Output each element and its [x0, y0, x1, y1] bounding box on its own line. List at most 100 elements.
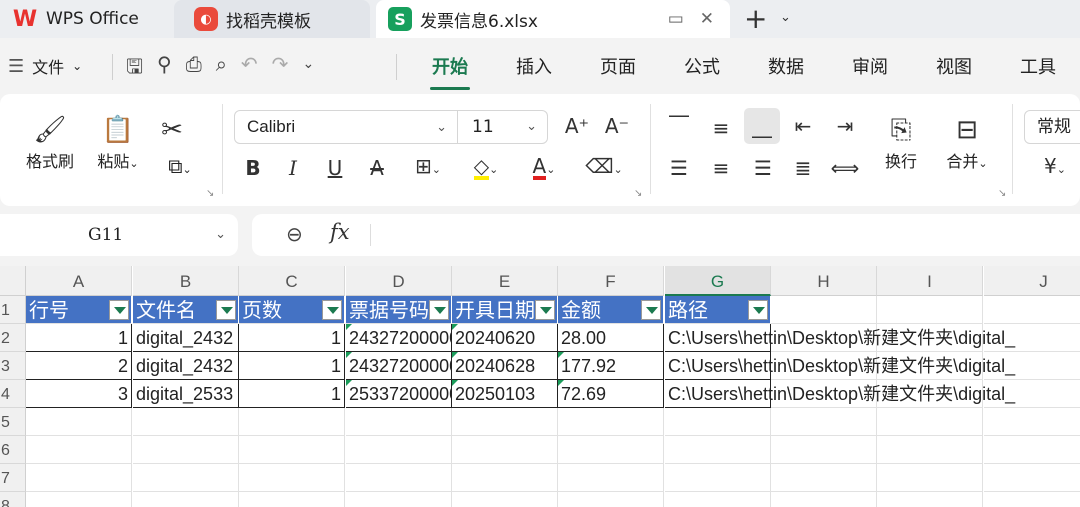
undo-icon[interactable]: ↶	[241, 52, 258, 86]
window-mode-icon[interactable]: ▭	[668, 9, 684, 29]
empty-cell[interactable]	[665, 492, 771, 507]
paste-button[interactable]: 📋 粘贴⌄	[90, 112, 146, 172]
save-icon[interactable]: 🖫	[126, 52, 143, 86]
spreadsheet-grid[interactable]: A B C D E F G H I J 1 2 3 4 5 6 7 8 行号 文件名 页数 票据号码 开具日期 金额 路径 1 di…	[0, 266, 1080, 507]
empty-cell[interactable]	[133, 492, 239, 507]
empty-cell[interactable]	[877, 492, 983, 507]
empty-cell[interactable]	[877, 436, 983, 464]
empty-cell[interactable]	[452, 436, 558, 464]
empty-cell[interactable]	[26, 436, 132, 464]
row-header-4[interactable]: 4	[0, 380, 26, 408]
close-tab-icon[interactable]: ✕	[700, 9, 714, 29]
column-header-d[interactable]: D	[346, 266, 452, 296]
bold-button[interactable]: B	[238, 156, 268, 180]
underline-button[interactable]: U	[320, 156, 350, 180]
tab-page[interactable]: 页面	[576, 38, 660, 94]
clear-format-icon[interactable]: ⌫⌄	[582, 154, 626, 178]
data-cell[interactable]: 20240628	[452, 352, 558, 380]
column-header-c[interactable]: C	[239, 266, 345, 296]
decrease-indent-icon[interactable]: ⇤	[788, 114, 818, 138]
italic-button[interactable]: I	[278, 156, 308, 180]
empty-cell[interactable]	[771, 408, 877, 436]
data-cell[interactable]: digital_2432	[133, 324, 239, 352]
row-header-3[interactable]: 3	[0, 352, 26, 380]
empty-cell[interactable]	[239, 492, 345, 507]
empty-cell[interactable]	[26, 492, 132, 507]
format-painter-button[interactable]: 🖌 格式刷	[18, 112, 82, 172]
share-icon[interactable]: ⚲	[157, 52, 172, 86]
data-cell[interactable]: C:\Users\hettin\Desktop\新建文件夹\digital_	[665, 380, 1015, 408]
row-header-6[interactable]: 6	[0, 436, 26, 464]
empty-cell[interactable]	[133, 408, 239, 436]
row-header-7[interactable]: 7	[0, 464, 26, 492]
align-center-icon[interactable]: ≡	[706, 156, 736, 180]
data-cell[interactable]: 28.00	[558, 324, 664, 352]
fill-color-icon[interactable]: ◇⌄	[464, 154, 508, 180]
empty-cell[interactable]	[984, 408, 1080, 436]
filter-dropdown-icon[interactable]	[641, 300, 661, 320]
empty-cell[interactable]	[984, 436, 1080, 464]
justify-icon[interactable]: ≣	[788, 156, 818, 180]
data-cell[interactable]: 177.92	[558, 352, 664, 380]
align-bottom-icon[interactable]: ⎽	[744, 108, 780, 144]
header-cell[interactable]: 页数	[239, 296, 345, 324]
empty-cell[interactable]	[984, 296, 1080, 324]
row-header-5[interactable]: 5	[0, 408, 26, 436]
empty-cell[interactable]	[877, 464, 983, 492]
copy-button[interactable]: ⧉⌄	[156, 154, 204, 178]
align-middle-icon[interactable]: ≡	[706, 116, 736, 140]
align-right-icon[interactable]: ☰	[748, 156, 778, 180]
column-header-f[interactable]: F	[558, 266, 664, 296]
merge-cells-button[interactable]: ⊟ 合并⌄	[938, 112, 996, 172]
tab-data[interactable]: 数据	[744, 38, 828, 94]
row-header-1[interactable]: 1	[0, 296, 26, 324]
data-cell[interactable]: 25337200000	[346, 380, 452, 408]
empty-cell[interactable]	[984, 492, 1080, 507]
data-cell[interactable]: 2	[26, 352, 132, 380]
empty-cell[interactable]	[346, 464, 452, 492]
filter-dropdown-icon[interactable]	[535, 300, 555, 320]
redo-icon[interactable]: ↷	[272, 52, 289, 86]
name-box[interactable]: G11 ⌄	[0, 214, 238, 256]
empty-cell[interactable]	[558, 464, 664, 492]
border-icon[interactable]: ⊞⌄	[408, 154, 448, 178]
empty-cell[interactable]	[877, 296, 983, 324]
filter-dropdown-icon[interactable]	[429, 300, 449, 320]
tab-file[interactable]: S 发票信息6.xlsx ▭ ✕	[376, 0, 730, 38]
data-cell[interactable]: 72.69	[558, 380, 664, 408]
align-top-icon[interactable]: ⎺	[664, 112, 694, 136]
empty-cell[interactable]	[984, 464, 1080, 492]
data-cell[interactable]: digital_2432	[133, 352, 239, 380]
empty-cell[interactable]	[558, 408, 664, 436]
filter-dropdown-icon[interactable]	[748, 300, 768, 320]
empty-cell[interactable]	[346, 436, 452, 464]
tab-formula[interactable]: 公式	[660, 38, 744, 94]
data-cell[interactable]: 20240620	[452, 324, 558, 352]
decrease-font-icon[interactable]: A⁻	[602, 114, 632, 138]
empty-cell[interactable]	[346, 492, 452, 507]
data-cell[interactable]: 1	[239, 324, 345, 352]
currency-format-icon[interactable]: ¥⌄	[1032, 154, 1078, 178]
file-menu[interactable]: ☰ 文件 ⌄	[8, 54, 82, 78]
expand-clipboard-icon[interactable]: ↘	[206, 188, 214, 199]
empty-cell[interactable]	[771, 464, 877, 492]
tab-view[interactable]: 视图	[912, 38, 996, 94]
row-header-2[interactable]: 2	[0, 324, 26, 352]
tab-template[interactable]: ◐ 找稻壳模板	[174, 0, 370, 38]
header-cell[interactable]: 金额	[558, 296, 664, 324]
print-preview-icon[interactable]: ⌕	[216, 52, 227, 86]
header-cell[interactable]: 文件名	[133, 296, 239, 324]
font-size-select[interactable]: 11 ⌄	[458, 110, 548, 144]
column-header-a[interactable]: A	[26, 266, 132, 296]
print-icon[interactable]: ⎙	[186, 52, 202, 86]
expand-font-icon[interactable]: ↘	[634, 188, 642, 199]
empty-cell[interactable]	[771, 436, 877, 464]
empty-cell[interactable]	[558, 492, 664, 507]
empty-cell[interactable]	[877, 408, 983, 436]
empty-cell[interactable]	[452, 464, 558, 492]
new-tab-button[interactable]: +	[744, 2, 767, 35]
tab-wps-office[interactable]: W WPS Office	[0, 0, 168, 38]
empty-cell[interactable]	[239, 464, 345, 492]
data-cell[interactable]: 1	[26, 324, 132, 352]
empty-cell[interactable]	[665, 436, 771, 464]
